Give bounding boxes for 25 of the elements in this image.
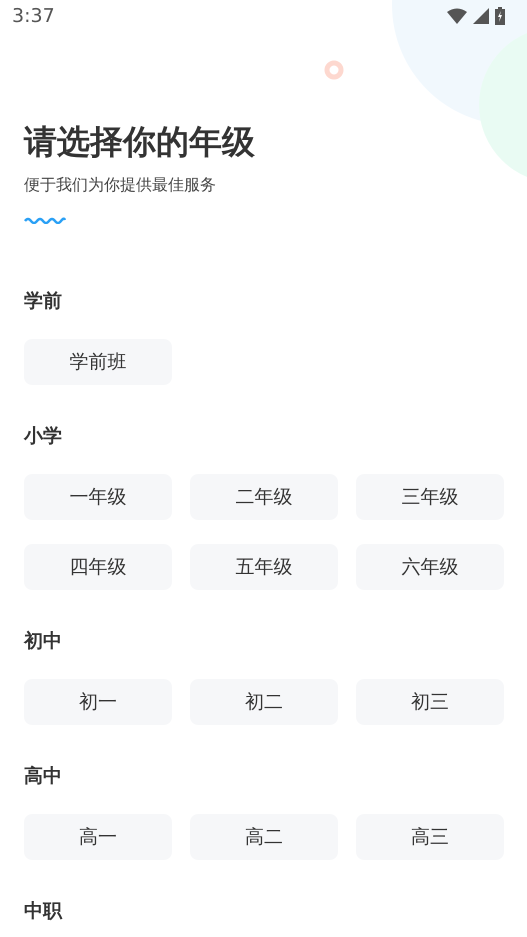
section-heading: 高中 bbox=[24, 764, 62, 789]
grade-option[interactable]: 一年级 bbox=[24, 474, 172, 520]
grade-option[interactable]: 高二 bbox=[190, 814, 338, 860]
status-time: 3:37 bbox=[12, 5, 55, 27]
grade-option[interactable]: 六年级 bbox=[356, 544, 504, 590]
grade-option[interactable]: 高三 bbox=[356, 814, 504, 860]
section-heading: 中职 bbox=[24, 899, 62, 924]
section-heading: 小学 bbox=[24, 424, 62, 449]
grade-option[interactable]: 四年级 bbox=[24, 544, 172, 590]
grade-option[interactable]: 五年级 bbox=[190, 544, 338, 590]
grade-option[interactable]: 三年级 bbox=[356, 474, 504, 520]
wifi-icon bbox=[447, 8, 467, 24]
grade-option[interactable]: 初一 bbox=[24, 679, 172, 725]
page-subtitle: 便于我们为你提供最佳服务 bbox=[24, 174, 217, 196]
page-title: 请选择你的年级 bbox=[24, 121, 256, 163]
section-heading: 学前 bbox=[24, 289, 62, 314]
grade-option[interactable]: 学前班 bbox=[24, 339, 172, 385]
battery-icon bbox=[495, 7, 505, 25]
signal-icon bbox=[473, 8, 489, 24]
grade-option[interactable]: 初二 bbox=[190, 679, 338, 725]
wave-icon bbox=[24, 216, 66, 224]
grade-option[interactable]: 初三 bbox=[356, 679, 504, 725]
grade-option[interactable]: 二年级 bbox=[190, 474, 338, 520]
section-heading: 初中 bbox=[24, 629, 62, 654]
grade-option[interactable]: 高一 bbox=[24, 814, 172, 860]
